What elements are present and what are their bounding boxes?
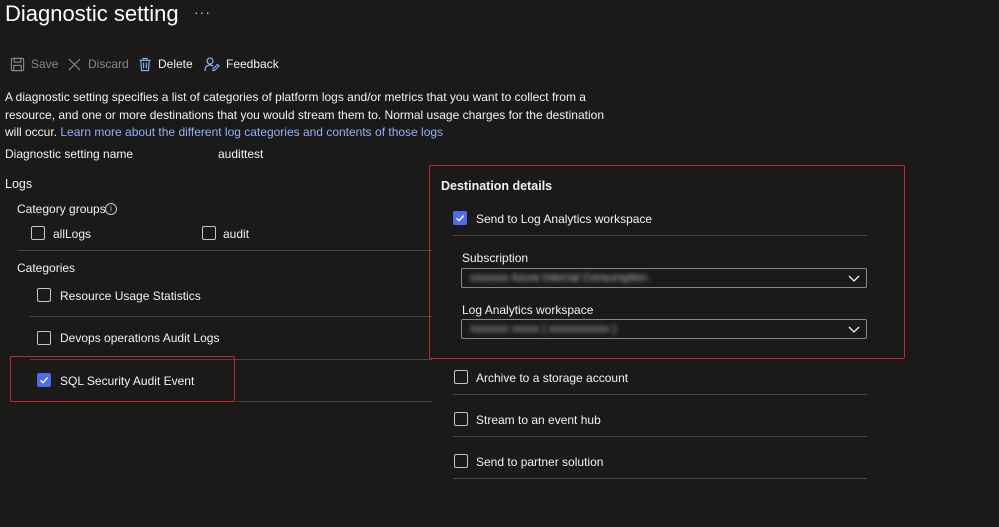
logs-heading: Logs — [5, 177, 33, 191]
chevron-down-icon — [848, 275, 860, 282]
divider — [453, 394, 867, 395]
event-hub-label: Stream to an event hub — [476, 413, 601, 427]
feedback-icon — [204, 56, 220, 72]
divider — [453, 436, 867, 437]
trash-icon — [138, 57, 152, 72]
event-hub-checkbox[interactable] — [454, 412, 468, 426]
workspace-label: Log Analytics workspace — [462, 303, 594, 317]
save-button[interactable]: Save — [10, 55, 58, 73]
log-analytics-label: Send to Log Analytics workspace — [476, 212, 653, 226]
delete-button[interactable]: Delete — [138, 55, 193, 73]
check-icon — [456, 215, 465, 222]
resource-usage-checkbox[interactable] — [37, 288, 51, 302]
workspace-dropdown[interactable]: xxxxxxx xxxxx ( xxxxxxxxxxx ) — [461, 319, 867, 339]
subscription-label: Subscription — [462, 251, 529, 265]
destination-heading: Destination details — [441, 179, 553, 193]
setting-name-value[interactable]: audittest — [218, 147, 263, 161]
storage-account-label: Archive to a storage account — [476, 371, 629, 385]
log-analytics-checkbox[interactable] — [453, 211, 467, 225]
more-options-button[interactable]: ··· — [194, 4, 211, 20]
subscription-value: xxxxxxx Azure Internal Consumption — [470, 272, 648, 284]
divider — [17, 250, 432, 251]
categories-label: Categories — [17, 261, 76, 275]
description: A diagnostic setting specifies a list of… — [5, 89, 605, 142]
check-icon — [40, 377, 49, 384]
partner-solution-checkbox[interactable] — [454, 454, 468, 468]
devops-audit-label: Devops operations Audit Logs — [60, 331, 220, 345]
page-title: Diagnostic setting — [5, 1, 179, 26]
divider — [453, 478, 867, 479]
alllogs-label: allLogs — [53, 227, 92, 241]
workspace-value: xxxxxxx xxxxx ( xxxxxxxxxxx ) — [470, 323, 617, 335]
audit-checkbox[interactable] — [202, 226, 216, 240]
chevron-down-icon — [848, 326, 860, 333]
storage-account-checkbox[interactable] — [454, 370, 468, 384]
discard-label: Discard — [88, 57, 129, 71]
divider — [453, 235, 867, 236]
resource-usage-label: Resource Usage Statistics — [60, 289, 201, 303]
sql-security-audit-label: SQL Security Audit Event — [60, 374, 195, 388]
partner-solution-label: Send to partner solution — [476, 455, 604, 469]
alllogs-checkbox[interactable] — [31, 226, 45, 240]
info-icon[interactable]: i — [105, 203, 117, 215]
subscription-dropdown[interactable]: xxxxxxx Azure Internal Consumption — [461, 268, 867, 288]
audit-label: audit — [223, 227, 250, 241]
devops-audit-checkbox[interactable] — [37, 331, 51, 345]
feedback-button[interactable]: Feedback — [204, 55, 279, 73]
sql-security-audit-checkbox[interactable] — [37, 373, 51, 387]
close-icon — [67, 57, 82, 72]
setting-name-label: Diagnostic setting name — [5, 147, 134, 161]
category-groups-label: Category groups — [17, 202, 106, 216]
save-label: Save — [31, 57, 59, 71]
delete-label: Delete — [158, 57, 193, 71]
learn-more-link[interactable]: Learn more about the different log categ… — [60, 125, 443, 139]
save-icon — [10, 57, 25, 72]
divider — [236, 401, 432, 402]
discard-button[interactable]: Discard — [67, 55, 129, 73]
feedback-label: Feedback — [226, 57, 279, 71]
divider — [30, 316, 432, 317]
